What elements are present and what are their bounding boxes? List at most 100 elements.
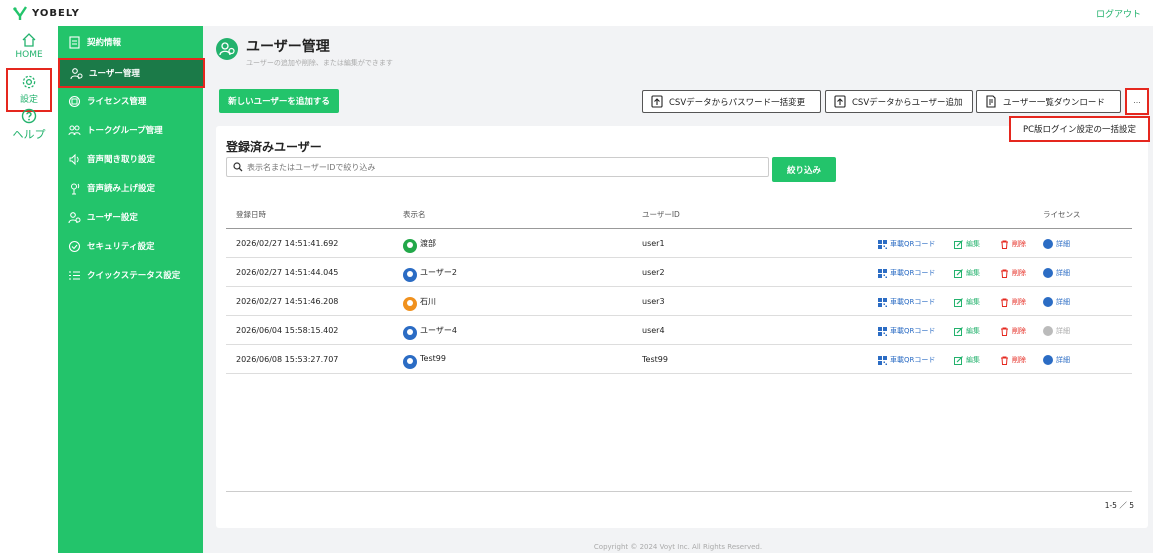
delete-label: 削除 <box>1012 269 1026 277</box>
avatar <box>403 239 417 253</box>
shield-icon <box>68 240 81 252</box>
csv-add-users-button[interactable]: CSVデータからユーザー追加 <box>825 90 973 113</box>
qr-code-button[interactable]: 車載QRコード <box>878 326 935 336</box>
filter-button[interactable]: 絞り込み <box>772 157 836 182</box>
edit-icon <box>954 355 963 365</box>
menu-item-voice-listening[interactable]: 音声聞き取り設定 <box>58 146 203 172</box>
pc-login-bulk-settings-menu-item[interactable]: PC版ログイン設定の一括設定 <box>1009 116 1150 142</box>
edit-label: 編集 <box>966 240 980 248</box>
search-input[interactable] <box>247 162 768 172</box>
users-icon <box>70 67 83 79</box>
delete-button[interactable]: 削除 <box>1000 297 1026 307</box>
menu-item-license[interactable]: ライセンス管理 <box>58 88 203 114</box>
cell-name: 渡部 <box>420 239 436 248</box>
qr-code-button[interactable]: 車載QRコード <box>878 355 935 365</box>
delete-label: 削除 <box>1012 298 1026 306</box>
menu-item-voice-reading[interactable]: 音声読み上げ設定 <box>58 175 203 201</box>
logo[interactable]: YOBELY <box>12 6 80 20</box>
upload-file-icon <box>651 95 663 108</box>
delete-label: 削除 <box>1012 240 1026 248</box>
cell-date: 2026/06/04 15:58:15.402 <box>236 326 339 335</box>
users-table: 登録日時 表示名 ユーザーID ライセンス 2026/02/27 14:51:4… <box>226 201 1132 374</box>
delete-button[interactable]: 削除 <box>1000 326 1026 336</box>
menu-item-label: セキュリティ設定 <box>87 242 155 252</box>
settings-menu: 契約情報 ユーザー管理 ライセンス管理 トークグループ管理 音声聞き取り設定 音… <box>58 26 205 553</box>
detail-label: 詳細 <box>1056 269 1070 277</box>
menu-item-contract[interactable]: 契約情報 <box>58 29 203 55</box>
rail-settings-label: 設定 <box>19 95 38 105</box>
qr-code-label: 車載QRコード <box>890 356 936 364</box>
detail-button[interactable]: 詳細 <box>1043 268 1070 278</box>
avatar <box>403 268 417 282</box>
edit-icon <box>954 297 963 307</box>
rail-home[interactable]: HOME <box>0 32 58 60</box>
trash-icon <box>1001 356 1008 365</box>
cell-date: 2026/02/27 14:51:46.208 <box>236 297 339 306</box>
main-content: ユーザー管理 ユーザーの追加や削除、または編集ができます 新しいユーザーを追加す… <box>216 34 1150 528</box>
edit-label: 編集 <box>966 356 980 364</box>
registered-users-card: 登録済みユーザー 絞り込み 登録日時 表示名 ユーザーID ライセンス 2026… <box>216 126 1148 528</box>
detail-button[interactable]: 詳細 <box>1043 239 1070 249</box>
cell-name: Test99 <box>420 354 446 363</box>
header-user-id: ユーザーID <box>642 210 680 219</box>
cell-date: 2026/02/27 14:51:44.045 <box>236 268 339 277</box>
rail-help[interactable]: ヘルプ <box>0 108 58 142</box>
menu-item-talk-group[interactable]: トークグループ管理 <box>58 117 203 143</box>
qr-code-label: 車載QRコード <box>890 327 936 335</box>
edit-label: 編集 <box>966 298 980 306</box>
check-circle-icon <box>1043 297 1053 307</box>
logo-icon <box>13 6 27 20</box>
rail-settings[interactable]: 設定 <box>6 68 52 112</box>
help-icon <box>21 108 37 124</box>
contract-icon <box>69 35 80 49</box>
download-user-list-button[interactable]: ユーザー一覧ダウンロード <box>976 90 1121 113</box>
delete-button[interactable]: 削除 <box>1000 355 1026 365</box>
license-icon <box>68 95 81 107</box>
avatar <box>403 297 417 311</box>
edit-button[interactable]: 編集 <box>954 355 980 365</box>
qr-code-icon <box>878 239 887 249</box>
check-circle-icon <box>1043 239 1053 249</box>
menu-item-security[interactable]: セキュリティ設定 <box>58 233 203 259</box>
logout-link[interactable]: ログアウト <box>1096 7 1141 20</box>
menu-item-quick-status[interactable]: クイックステータス設定 <box>58 262 203 288</box>
edit-button[interactable]: 編集 <box>954 239 980 249</box>
delete-button[interactable]: 削除 <box>1000 239 1026 249</box>
edit-button[interactable]: 編集 <box>954 268 980 278</box>
csv-add-users-label: CSVデータからユーザー追加 <box>852 97 963 108</box>
cell-user-id: user1 <box>642 239 665 248</box>
detail-button[interactable]: 詳細 <box>1043 326 1070 336</box>
header-date: 登録日時 <box>236 210 266 219</box>
cell-user-id: user4 <box>642 326 665 335</box>
detail-button[interactable]: 詳細 <box>1043 297 1070 307</box>
edit-button[interactable]: 編集 <box>954 326 980 336</box>
csv-password-change-button[interactable]: CSVデータからパスワード一括変更 <box>642 90 821 113</box>
more-options-button[interactable]: ... <box>1125 88 1149 115</box>
table-header: 登録日時 表示名 ユーザーID ライセンス <box>226 201 1132 229</box>
page-users-icon <box>216 38 238 60</box>
menu-item-user-settings[interactable]: ユーザー設定 <box>58 204 203 230</box>
table-row: 2026/06/08 15:53:27.707 Test99 Test99 車載… <box>226 345 1132 374</box>
qr-code-icon <box>878 355 887 365</box>
list-icon <box>69 270 80 280</box>
cell-name: ユーザー2 <box>420 268 457 277</box>
qr-code-button[interactable]: 車載QRコード <box>878 268 935 278</box>
menu-item-label: ユーザー設定 <box>87 213 138 223</box>
search-box <box>226 157 769 177</box>
qr-code-label: 車載QRコード <box>890 298 936 306</box>
delete-button[interactable]: 削除 <box>1000 268 1026 278</box>
detail-label: 詳細 <box>1056 298 1070 306</box>
detail-button[interactable]: 詳細 <box>1043 355 1070 365</box>
menu-item-user-management[interactable]: ユーザー管理 <box>58 58 205 88</box>
add-user-button[interactable]: 新しいユーザーを追加する <box>219 89 339 113</box>
avatar <box>403 326 417 340</box>
talk-group-icon <box>68 125 81 135</box>
edit-button[interactable]: 編集 <box>954 297 980 307</box>
page-title: ユーザー管理 <box>246 39 330 55</box>
delete-label: 削除 <box>1012 356 1026 364</box>
qr-code-button[interactable]: 車載QRコード <box>878 239 935 249</box>
search-icon <box>233 162 243 172</box>
edit-icon <box>954 268 963 278</box>
qr-code-button[interactable]: 車載QRコード <box>878 297 935 307</box>
csv-password-change-label: CSVデータからパスワード一括変更 <box>669 97 806 108</box>
